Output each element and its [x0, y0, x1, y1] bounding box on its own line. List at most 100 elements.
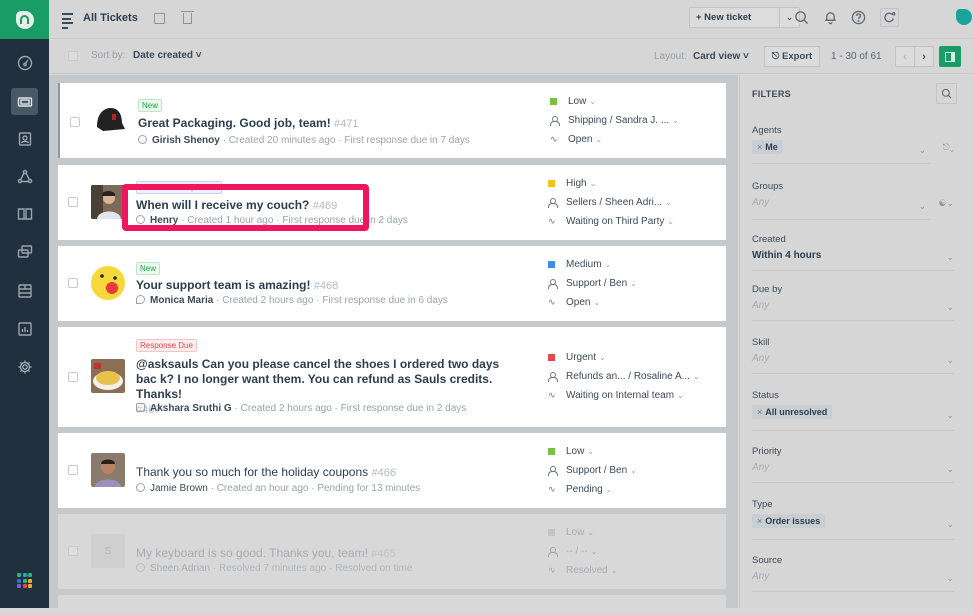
sidebar-item-contacts[interactable] [11, 125, 38, 152]
priority-dropdown[interactable]: Low ⌄ [548, 442, 637, 461]
ticket-card[interactable]: S My keyboard is so good. Thanks you, te… [58, 514, 726, 589]
requester-name[interactable]: Sheen Adrian [150, 563, 210, 574]
assignee-dropdown[interactable]: -- / -- ⌄ [548, 542, 617, 561]
sidebar-item-tickets[interactable] [11, 88, 38, 115]
chevron-down-icon[interactable]: ⌄ [946, 464, 954, 475]
new-ticket-button[interactable]: + New ticket [689, 7, 780, 28]
search-button[interactable] [793, 9, 810, 26]
filter-chip[interactable]: × Order issues [752, 514, 826, 528]
headset-filter-icon[interactable]: ⎋⌄ [943, 142, 954, 153]
layout-dropdown[interactable]: Card view ˅ [693, 51, 749, 62]
ticket-subject[interactable]: Thank you so much for the holiday coupon… [136, 465, 516, 481]
ticket-subject[interactable]: My keyboard is so good. Thanks you, team… [136, 546, 516, 562]
sidebar-item-solutions[interactable] [11, 200, 38, 227]
apps-grid-icon[interactable] [17, 573, 32, 588]
status-dropdown[interactable]: ∿ Open ⌄ [548, 293, 637, 312]
status-dropdown[interactable]: ∿ Waiting on Third Party ⌄ [548, 212, 674, 231]
freshchat-button[interactable] [880, 8, 899, 27]
requester-name[interactable]: Monica Maria [150, 295, 213, 306]
filter-status[interactable]: Status × All unresolved ⌄ [752, 390, 954, 431]
requester-name[interactable]: Jamie Brown [150, 483, 208, 494]
status-dropdown[interactable]: ∿ Resolved ⌄ [548, 561, 617, 580]
ticket-checkbox[interactable] [70, 117, 80, 127]
ticket-meta: Monica Maria · Created 2 hours ago · Fir… [136, 295, 448, 306]
assignee-value: Support / Ben [566, 465, 628, 476]
chevron-down-icon[interactable]: ⌄ [946, 302, 954, 313]
assignee-dropdown[interactable]: Refunds an... / Rosaline A... ⌄ [548, 367, 700, 386]
filter-created[interactable]: Created Within 4 hours ⌄ [752, 234, 954, 271]
filter-source[interactable]: Source Any ⌄ [752, 555, 954, 592]
ticket-subject[interactable]: Your support team is amazing! #468 [136, 278, 516, 294]
ticket-number: #466 [371, 467, 396, 479]
notifications-button[interactable] [822, 9, 839, 26]
chevron-down-icon[interactable]: ⌄ [918, 145, 926, 156]
sidebar-item-social[interactable] [11, 163, 38, 190]
ticket-subject[interactable]: Great Packaging. Good job, team! #471 [138, 116, 518, 132]
status-dropdown[interactable]: ∿ Open ⌄ [550, 130, 679, 149]
ticket-card[interactable]: New Your support team is amazing! #468 M… [58, 246, 726, 321]
next-page-button[interactable]: › [914, 46, 934, 67]
remove-chip-icon[interactable]: × [757, 407, 762, 417]
ticket-checkbox[interactable] [68, 197, 78, 207]
edit-view-icon[interactable] [154, 13, 165, 24]
help-button[interactable] [850, 9, 867, 26]
ticket-card[interactable]: New Great Packaging. Good job, team! #47… [58, 83, 726, 158]
sidebar-item-archive[interactable] [11, 277, 38, 304]
requester-name[interactable]: Girish Shenoy [152, 135, 220, 146]
filter-due-by[interactable]: Due by Any ⌄ [752, 284, 954, 321]
group-filter-icon[interactable]: ☯⌄ [938, 198, 954, 209]
app-dot [22, 578, 27, 583]
filter-chip[interactable]: × All unresolved [752, 405, 833, 419]
chevron-down-icon[interactable]: ⌄ [946, 355, 954, 366]
filter-chip[interactable]: × Me [752, 140, 783, 154]
priority-dropdown[interactable]: High ⌄ [548, 174, 674, 193]
chevron-down-icon[interactable]: ⌄ [946, 519, 954, 530]
requester-name[interactable]: Akshara Sruthi G [150, 403, 232, 414]
assignee-dropdown[interactable]: Shipping / Sandra J. ... ⌄ [550, 111, 679, 130]
priority-dropdown[interactable]: Low ⌄ [550, 92, 679, 111]
sidebar-item-discussions[interactable] [11, 238, 38, 265]
filter-search-button[interactable] [936, 83, 957, 104]
delete-view-icon[interactable] [181, 11, 194, 24]
export-button[interactable]: ⎋ Export [764, 46, 820, 67]
ticket-card[interactable]: Response Due @asksauls Can you please ca… [58, 327, 726, 427]
chevron-down-icon[interactable]: ⌄ [946, 252, 954, 263]
remove-chip-icon[interactable]: × [757, 516, 762, 526]
sort-dropdown[interactable]: Date created ˅ [133, 50, 202, 61]
ticket-card[interactable]: Thank you so much for the holiday coupon… [58, 433, 726, 508]
ticket-checkbox[interactable] [68, 465, 78, 475]
sidebar-item-admin[interactable] [11, 353, 38, 380]
filter-agents[interactable]: Agents × Me ⌄ ⎋⌄ [752, 125, 954, 164]
sidebar-item-dashboard[interactable] [11, 49, 38, 76]
assignee-dropdown[interactable]: Sellers / Sheen Adri... ⌄ [548, 193, 674, 212]
assignee-dropdown[interactable]: Support / Ben ⌄ [548, 274, 637, 293]
select-all-checkbox[interactable] [68, 51, 78, 61]
status-dropdown[interactable]: ∿ Pending ⌄ [548, 480, 637, 499]
filter-skill[interactable]: Skill Any ⌄ [752, 337, 954, 374]
chevron-down-icon[interactable]: ⌄ [946, 410, 954, 421]
ticket-card[interactable] [58, 595, 726, 615]
discussion-icon [17, 244, 32, 258]
ticket-checkbox[interactable] [68, 372, 78, 382]
ticket-tag: Response Due [136, 339, 197, 352]
filter-priority[interactable]: Priority Any ⌄ [752, 446, 954, 483]
team-icon[interactable] [956, 9, 972, 25]
ticket-checkbox[interactable] [68, 278, 78, 288]
list-menu-icon[interactable] [62, 13, 73, 31]
filter-groups[interactable]: Groups Any ⌄ ☯⌄ [752, 181, 954, 220]
filter-panel-toggle[interactable] [939, 46, 961, 67]
remove-chip-icon[interactable]: × [757, 142, 762, 152]
sidebar-item-reports[interactable] [11, 315, 38, 342]
prev-page-button[interactable]: ‹ [895, 46, 915, 67]
priority-dropdown[interactable]: Low ⌄ [548, 523, 617, 542]
filter-type[interactable]: Type × Order issues ⌄ [752, 499, 954, 540]
app-logo[interactable] [0, 0, 49, 39]
chevron-down-icon[interactable]: ⌄ [946, 573, 954, 584]
ticket-checkbox[interactable] [68, 546, 78, 556]
chevron-down-icon[interactable]: ⌄ [918, 201, 926, 212]
priority-dropdown[interactable]: Urgent ⌄ [548, 348, 700, 367]
app-dot [17, 573, 21, 577]
priority-dropdown[interactable]: Medium ⌄ [548, 255, 637, 274]
assignee-dropdown[interactable]: Support / Ben ⌄ [548, 461, 637, 480]
status-dropdown[interactable]: ∿ Waiting on Internal team ⌄ [548, 386, 700, 405]
